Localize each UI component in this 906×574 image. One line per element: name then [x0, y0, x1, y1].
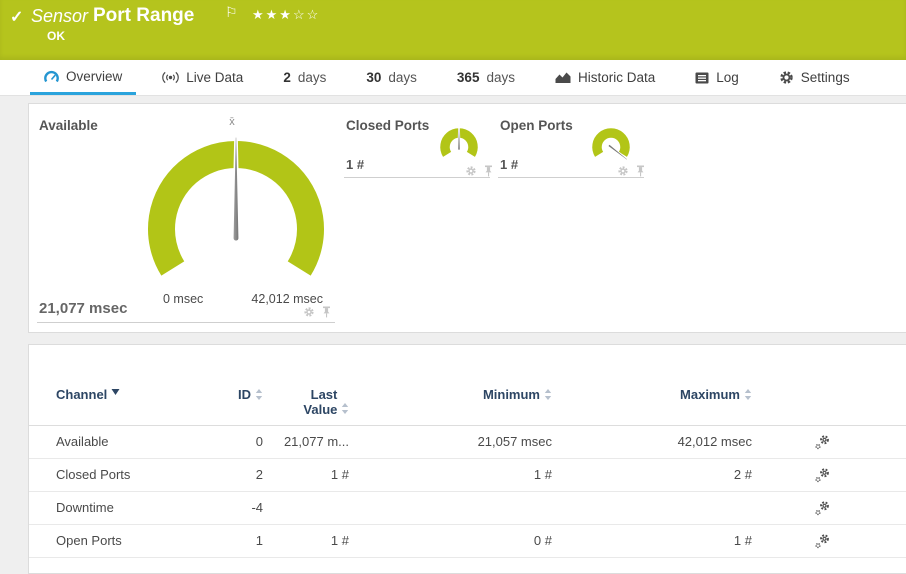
- tab-30-days[interactable]: 30 days: [352, 60, 431, 95]
- closed-ports-widget-actions: [465, 165, 494, 177]
- channel-name: Closed Ports: [56, 467, 131, 482]
- broadcast-icon: [162, 71, 180, 84]
- channel-name: Open Ports: [56, 533, 122, 548]
- column-header-maximum[interactable]: Maximum: [552, 387, 752, 403]
- tab-2-days[interactable]: 2 days: [269, 60, 340, 95]
- table-row: Open Ports 1 1 # 0 # 1 #: [29, 525, 906, 558]
- sort-icon: [544, 389, 552, 400]
- widget-divider: [37, 322, 335, 323]
- gauge-title-available: Available: [39, 118, 98, 133]
- tab-365-days[interactable]: 365 days: [443, 60, 529, 95]
- tab-label: days: [388, 70, 417, 85]
- channel-settings-icon[interactable]: [814, 533, 831, 549]
- gauge-title-open-ports: Open Ports: [500, 118, 573, 133]
- widget-gear-icon[interactable]: [303, 306, 315, 318]
- closed-ports-value: 1 #: [346, 157, 365, 172]
- channel-id: 1: [255, 533, 263, 548]
- channel-id: 0: [255, 434, 263, 449]
- sensor-header: ✓ Sensor Port Range ⚐ ★★★☆☆ OK: [0, 0, 906, 60]
- tab-label: Live Data: [186, 70, 244, 85]
- channel-maximum: 42,012 msec: [677, 434, 752, 449]
- gauge-needle: [457, 128, 461, 151]
- column-header-id[interactable]: ID: [216, 387, 263, 403]
- gauge-icon: [44, 70, 59, 82]
- sensor-kind-label: Sensor: [31, 6, 89, 26]
- tab-number: 2: [283, 70, 291, 85]
- sort-icon: [341, 403, 349, 414]
- channel-settings-icon[interactable]: [814, 500, 831, 516]
- gear-icon: [780, 71, 793, 84]
- widget-divider: [498, 177, 644, 178]
- log-icon: [695, 72, 709, 83]
- widget-gear-icon[interactable]: [617, 165, 629, 177]
- flag-icon[interactable]: ⚐: [225, 4, 238, 21]
- page-title: Port Range: [93, 5, 195, 26]
- scale-min-label: 0 msec: [163, 292, 204, 306]
- tab-log[interactable]: Log: [681, 60, 753, 95]
- stars-filled: ★★★: [252, 7, 293, 22]
- tab-settings[interactable]: Settings: [765, 60, 864, 95]
- tab-label: days: [297, 70, 327, 85]
- pin-icon[interactable]: [321, 306, 332, 318]
- table-row: Downtime -4: [29, 492, 906, 525]
- channel-minimum: 21,057 msec: [477, 434, 552, 449]
- gauge-title-closed-ports: Closed Ports: [346, 118, 430, 133]
- channel-minimum: 0 #: [533, 533, 552, 548]
- widget-divider: [344, 177, 490, 178]
- sort-icon: [255, 389, 263, 400]
- open-ports-value: 1 #: [500, 157, 519, 172]
- open-ports-gauge[interactable]: [588, 126, 634, 168]
- channel-settings-icon[interactable]: [814, 434, 831, 450]
- status-badge: OK: [47, 29, 65, 43]
- tab-overview[interactable]: Overview: [30, 60, 137, 95]
- tab-number: 30: [366, 70, 382, 85]
- gauges-panel: Available x̄ 0 msec 42,012 msec 21,077 m…: [28, 103, 906, 333]
- column-header-last-value[interactable]: Last Value: [263, 387, 349, 418]
- channels-table: Channel ID Last Value Minimum Maximum Av…: [29, 387, 906, 558]
- column-header-channel[interactable]: Channel: [56, 387, 216, 403]
- scale-max-label: 42,012 msec: [251, 292, 323, 306]
- channel-last-value: 1 #: [330, 467, 349, 482]
- priority-stars[interactable]: ★★★☆☆: [252, 7, 320, 23]
- sorted-desc-icon: [111, 389, 120, 395]
- table-header-row: Channel ID Last Value Minimum Maximum: [29, 387, 906, 426]
- channel-last-value: 1 #: [330, 533, 349, 548]
- tab-label: Historic Data: [577, 70, 656, 85]
- channel-name: Available: [56, 434, 109, 449]
- tab-label: Overview: [66, 68, 123, 84]
- area-chart-icon: [555, 72, 571, 83]
- channel-maximum: 1 #: [733, 533, 752, 548]
- tab-label: Log: [716, 70, 739, 85]
- table-row: Closed Ports 2 1 # 1 # 2 #: [29, 459, 906, 492]
- channel-last-value: 21,077 m...: [283, 434, 349, 449]
- tab-historic-data[interactable]: Historic Data: [541, 60, 669, 95]
- tab-number: 365: [456, 70, 480, 85]
- status-check-icon: ✓: [10, 9, 24, 26]
- closed-ports-gauge[interactable]: [436, 126, 482, 168]
- channel-settings-icon[interactable]: [814, 467, 831, 483]
- pin-icon[interactable]: [483, 165, 494, 177]
- channel-name: Downtime: [56, 500, 114, 515]
- channels-panel: Channel ID Last Value Minimum Maximum Av…: [28, 344, 906, 574]
- pin-icon[interactable]: [635, 165, 646, 177]
- tab-live-data[interactable]: Live Data: [148, 60, 257, 95]
- available-value: 21,077 msec: [39, 300, 128, 317]
- tab-label: days: [486, 70, 515, 85]
- available-widget-actions: [303, 306, 332, 318]
- tab-bar: Overview Live Data 2 days 30 days 365 da…: [0, 60, 906, 96]
- channel-id: -4: [251, 500, 263, 515]
- widget-gear-icon[interactable]: [465, 165, 477, 177]
- sort-icon: [744, 389, 752, 400]
- tab-label: Settings: [800, 70, 850, 85]
- channel-id: 2: [255, 467, 263, 482]
- column-header-minimum[interactable]: Minimum: [349, 387, 552, 403]
- table-row: Available 0 21,077 m... 21,057 msec 42,0…: [29, 426, 906, 459]
- stars-empty: ☆☆: [292, 7, 321, 22]
- channel-maximum: 2 #: [733, 467, 752, 482]
- channel-minimum: 1 #: [533, 467, 552, 482]
- available-gauge[interactable]: [136, 124, 336, 296]
- open-ports-widget-actions: [617, 165, 646, 177]
